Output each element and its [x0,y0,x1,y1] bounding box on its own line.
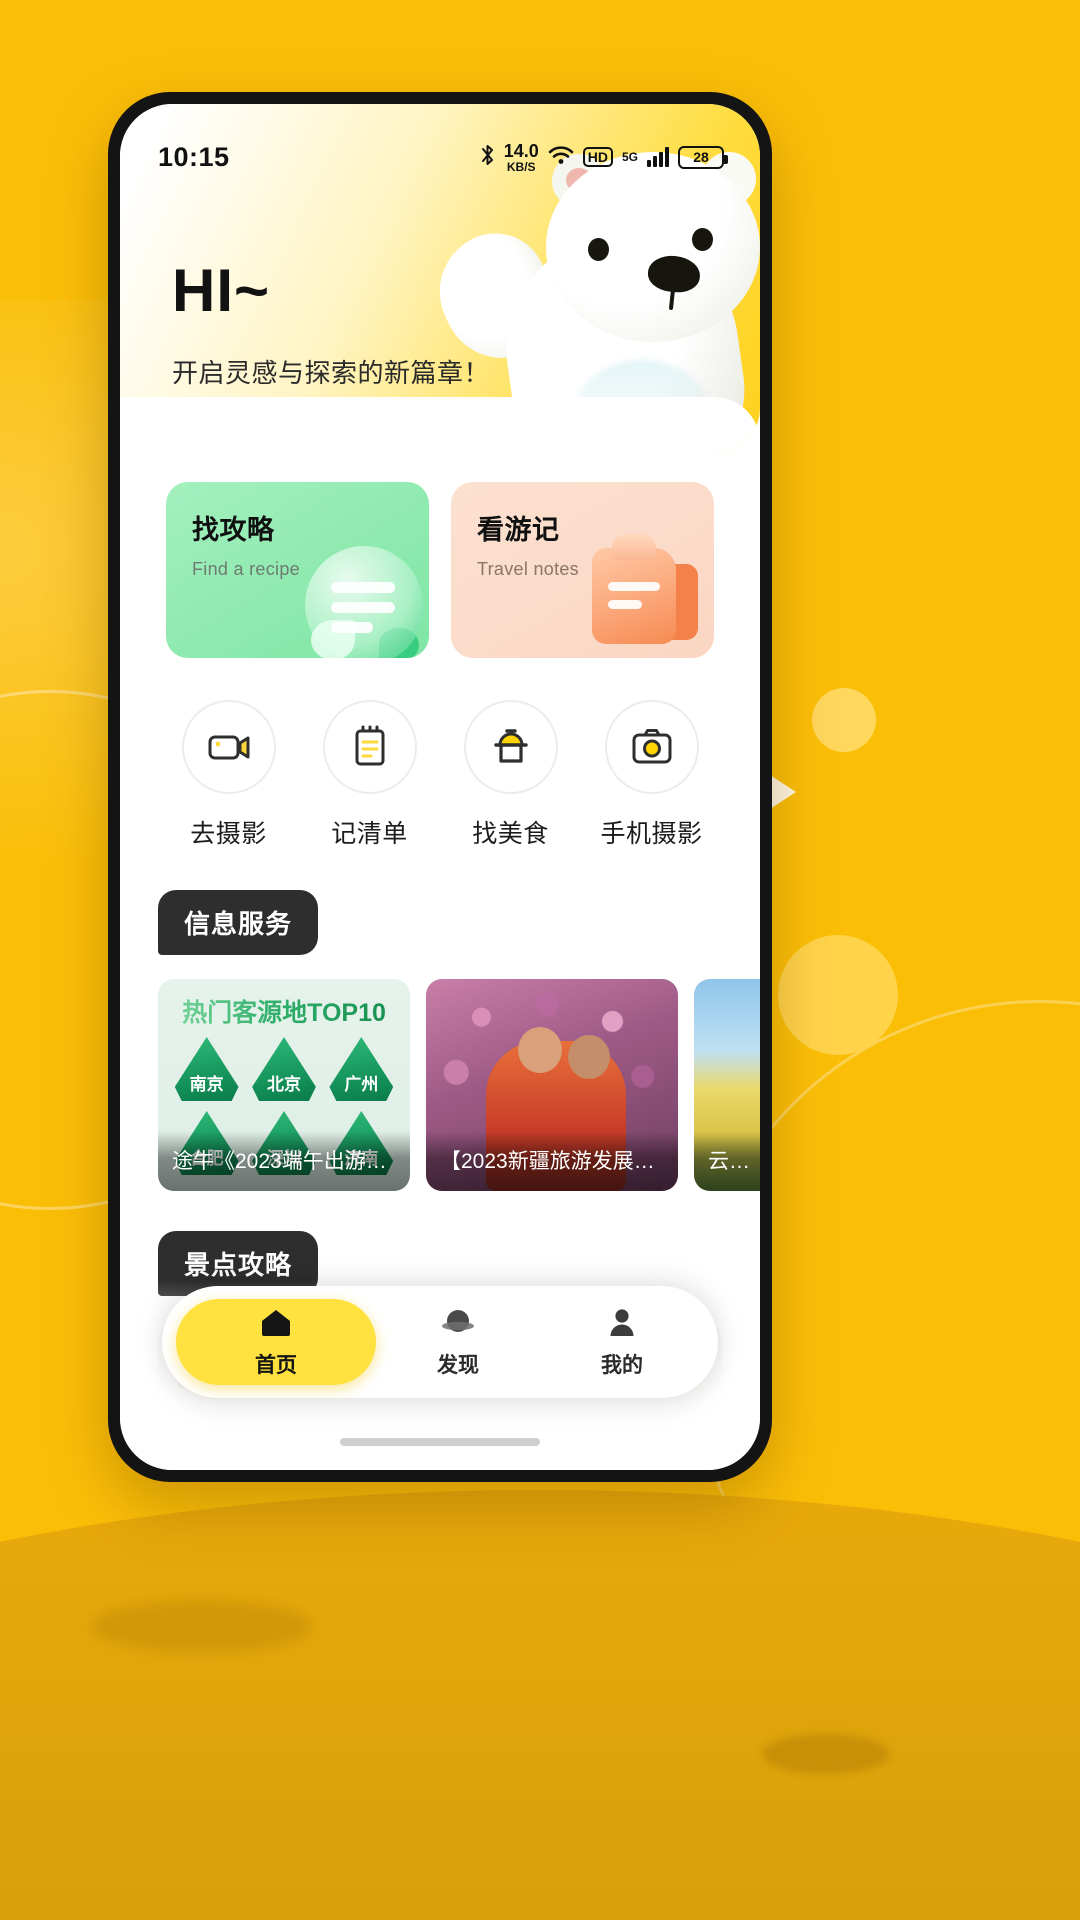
home-icon [258,1306,294,1343]
chat-bubble-list-icon [305,546,423,658]
city-marker: 南京 [172,1037,241,1101]
tab-label: 首页 [255,1353,298,1377]
quick-action-photography[interactable]: 去摄影 [158,700,299,850]
background-shadow-right [762,1734,890,1774]
cooking-pot-icon [463,700,558,794]
phone-frame: 10:15 14.0 KB/S HD 5G 28 HI~ 开启灵感与探索的新篇章… [108,92,772,1482]
tab-profile[interactable]: 我的 [540,1306,704,1379]
person-icon [604,1306,640,1343]
background-ground [0,1490,1080,1920]
city-label: 北京 [266,1075,301,1094]
compass-icon [440,1306,476,1343]
quick-action-label: 记清单 [331,820,408,848]
tab-discover[interactable]: 发现 [376,1306,540,1379]
network-speed-value: 14.0 [503,140,539,161]
infographic-title: 热门客源地TOP10 [158,993,410,1029]
feature-card-title: 找攻略 [192,515,275,545]
phone-screen: 10:15 14.0 KB/S HD 5G 28 HI~ 开启灵感与探索的新篇章… [120,104,760,1470]
hero-text-block: HI~ 开启灵感与探索的新篇章！ [172,256,490,390]
background-circle-large [778,935,898,1055]
feature-card-travel-notes[interactable]: 看游记 Travel notes [451,482,714,658]
video-camera-icon [181,700,276,794]
carousel-card-caption: 云… [694,1131,760,1191]
network-type-indicator: 5G [622,151,638,163]
hd-indicator: HD [582,146,613,168]
photo-camera-icon [604,700,699,794]
quick-action-food[interactable]: 找美食 [440,700,581,850]
hero-bottom-notch [120,397,760,454]
hero-subtitle: 开启灵感与探索的新篇章！ [172,358,491,388]
bluetooth-glyph [480,143,495,171]
notebook-icon [592,534,698,654]
battery-icon: 28 [678,145,728,169]
scroll-content[interactable]: HI~ 开启灵感与探索的新篇章！ 找攻略 Find a recipe 看游记 T… [120,104,760,1470]
city-marker: 广州 [327,1037,396,1101]
background-shadow-left [92,1600,312,1652]
feature-card-row: 找攻略 Find a recipe 看游记 Travel notes [120,454,760,658]
city-label: 南京 [189,1075,224,1094]
wifi-icon [548,145,574,170]
quick-action-row: 去摄影 记清单 找美食 手机摄影 [120,658,760,850]
network-speed-indicator: 14.0 KB/S [504,142,539,173]
tab-label: 我的 [601,1353,643,1377]
city-label: 广州 [344,1075,379,1094]
carousel-card[interactable]: 热门客源地TOP10 南京 北京 广州 合肥 深圳 济南 途牛《2023端午出游… [158,979,410,1191]
carousel-card[interactable]: 【2023新疆旅游发展大… [426,979,678,1191]
quick-action-label: 找美食 [472,820,549,848]
signal-bars-icon [647,147,669,167]
background-circle-small [812,688,876,752]
status-bar-icons: 14.0 KB/S HD 5G 28 [480,142,728,173]
bear-eye-left [588,238,609,261]
home-indicator [340,1438,540,1446]
background-arrow [770,775,796,809]
network-type-label: 5G [621,150,638,164]
carousel-card-caption: 【2023新疆旅游发展大… [426,1131,678,1191]
quick-action-mobile-photography[interactable]: 手机摄影 [581,700,722,850]
tab-home[interactable]: 首页 [176,1299,377,1385]
status-bar-clock: 10:15 [158,141,230,172]
hero-greeting: HI~ [172,257,271,324]
quick-action-label: 手机摄影 [600,820,703,848]
section-tag-info-services: 信息服务 [158,890,319,955]
feature-card-find-guide[interactable]: 找攻略 Find a recipe [166,482,429,658]
carousel-card-caption: 途牛《2023端午出游趋… [158,1131,410,1191]
battery-percent-label: 28 [693,149,709,165]
quick-action-label: 去摄影 [190,820,267,848]
bottom-tab-bar: 首页 发现 我的 [162,1286,718,1398]
city-marker: 北京 [249,1037,318,1101]
carousel-card[interactable]: 云… [694,979,760,1191]
bear-eye-right [692,228,713,251]
quick-action-checklist[interactable]: 记清单 [299,700,440,850]
status-bar: 10:15 14.0 KB/S HD 5G 28 [120,104,760,182]
clipboard-list-icon [322,700,417,794]
network-speed-unit: KB/S [506,159,536,174]
tab-label: 发现 [437,1353,480,1377]
info-services-carousel[interactable]: 热门客源地TOP10 南京 北京 广州 合肥 深圳 济南 途牛《2023端午出游… [120,955,760,1191]
